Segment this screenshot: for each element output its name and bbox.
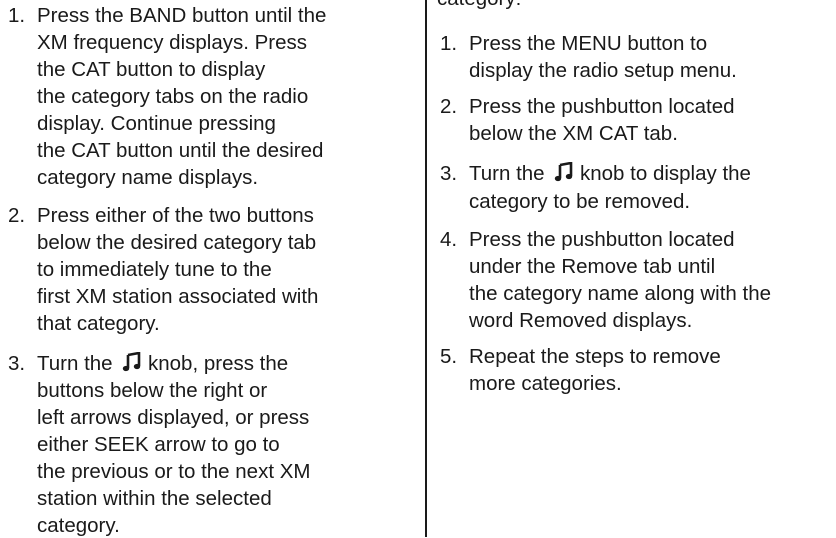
- step-line: Repeat the steps to remove: [469, 345, 721, 368]
- step-line-first: Turn the knob, press the: [37, 352, 288, 376]
- step-line: Press either of the two buttons: [37, 204, 314, 227]
- step-text-prefix: Turn the: [469, 162, 545, 185]
- step-line: left arrows displayed, or press: [37, 406, 310, 429]
- step-line: XM frequency displays. Press: [37, 31, 308, 54]
- step-number: 5.: [440, 345, 458, 368]
- step-number: 4.: [440, 228, 458, 251]
- step-line: word Removed displays.: [469, 309, 693, 332]
- step-line: station within the selected: [37, 487, 272, 510]
- step-text-suffix: knob, press the: [148, 352, 289, 375]
- step-number: 1.: [8, 4, 26, 27]
- step-line: the CAT button to display: [37, 58, 266, 81]
- step-line: category to be removed.: [469, 190, 691, 213]
- step-line: buttons below the right or: [37, 379, 268, 402]
- step-line: the previous or to the next XM: [37, 460, 311, 483]
- step-number: 3.: [440, 162, 458, 185]
- step-line: the CAT button until the desired: [37, 139, 324, 162]
- step-line: Press the BAND button until the: [37, 4, 327, 27]
- step-line: category.: [37, 514, 120, 537]
- step-line: the category name along with the: [469, 282, 771, 305]
- step-line: Press the pushbutton located: [469, 228, 735, 251]
- step-line: first XM station associated with: [37, 285, 319, 308]
- step-line: more categories.: [469, 372, 622, 395]
- step-number: 2.: [8, 204, 26, 227]
- step-line: below the desired category tab: [37, 231, 317, 254]
- music-note-icon: [554, 162, 574, 182]
- step-text-suffix: knob to display the: [580, 162, 751, 185]
- column-divider: [425, 0, 427, 537]
- step-text-prefix: Turn the: [37, 352, 113, 375]
- top-fragment-text: category:: [437, 0, 521, 11]
- step-line: Press the pushbutton located: [469, 95, 735, 118]
- step-number: 2.: [440, 95, 458, 118]
- step-line: display the radio setup menu.: [469, 59, 737, 82]
- step-line: category name displays.: [37, 166, 259, 189]
- step-line: below the XM CAT tab.: [469, 122, 678, 145]
- step-line: Press the MENU button to: [469, 32, 708, 55]
- step-line: the category tabs on the radio: [37, 85, 309, 108]
- step-number: 1.: [440, 32, 458, 55]
- step-line: either SEEK arrow to go to: [37, 433, 280, 456]
- step-line-first: Turn the knob to display the: [469, 162, 751, 186]
- step-line: that category.: [37, 312, 160, 335]
- step-line: to immediately tune to the: [37, 258, 272, 281]
- step-line: display. Continue pressing: [37, 112, 276, 135]
- step-number: 3.: [8, 352, 26, 375]
- music-note-icon: [122, 352, 142, 372]
- step-line: under the Remove tab until: [469, 255, 716, 278]
